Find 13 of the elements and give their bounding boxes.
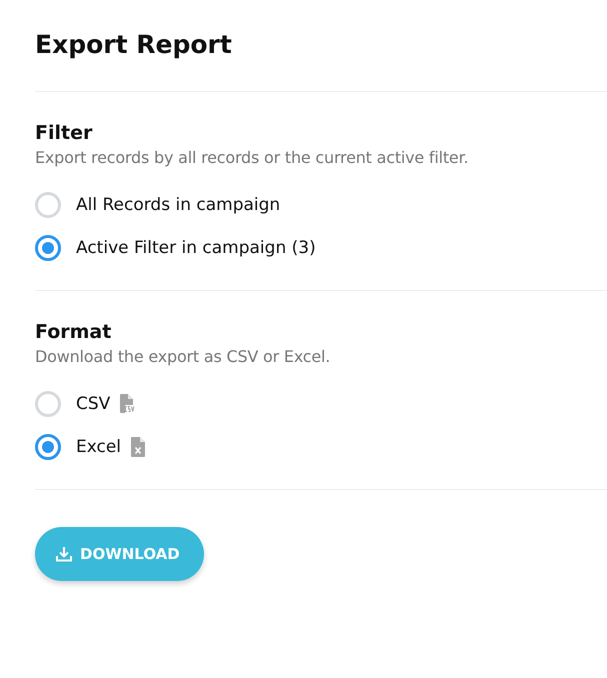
section-description: Download the export as CSV or Excel. bbox=[35, 346, 332, 368]
radio-button[interactable] bbox=[35, 434, 61, 460]
download-icon bbox=[56, 546, 72, 562]
section-heading: Format bbox=[35, 320, 112, 345]
option-label[interactable]: CSV bbox=[76, 392, 110, 414]
option-label[interactable]: Excel bbox=[76, 436, 122, 458]
radio-button[interactable] bbox=[35, 234, 61, 260]
section-heading: Filter bbox=[35, 121, 94, 146]
option-label[interactable]: Active Filter in campaign (3) bbox=[76, 236, 316, 258]
section-description: Export records by all records or the current active filter. bbox=[35, 147, 470, 169]
option-label[interactable]: All Records in campaign bbox=[76, 194, 280, 216]
dialog-title: Export Report bbox=[35, 29, 233, 61]
excel-file-icon bbox=[131, 436, 146, 456]
